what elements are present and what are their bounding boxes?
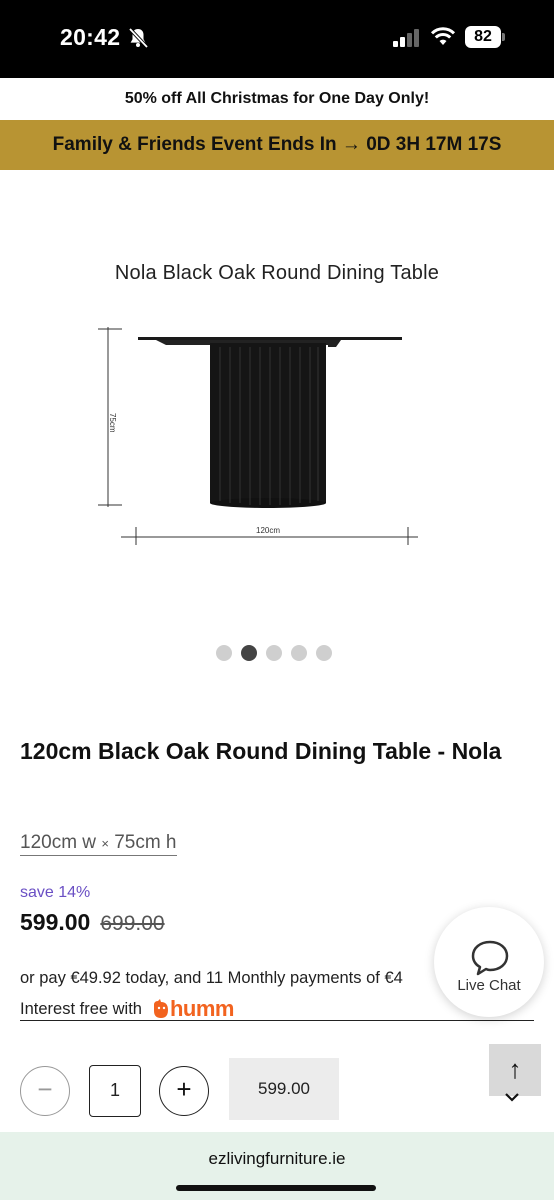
humm-wordmark: humm xyxy=(169,996,235,1021)
image-caption: Nola Black Oak Round Dining Table xyxy=(114,262,440,284)
promo-banner[interactable]: 50% off All Christmas for One Day Only! xyxy=(0,78,554,120)
live-chat-label: Live Chat xyxy=(457,977,521,994)
quantity-increase-button[interactable]: + xyxy=(159,1066,209,1116)
event-countdown-banner[interactable]: Family & Friends Event Ends In → 0D 3H 1… xyxy=(0,120,554,170)
width-label: 120cm xyxy=(256,526,280,535)
url-text[interactable]: ezlivingfurniture.ie xyxy=(0,1149,554,1169)
chevron-down-icon[interactable] xyxy=(503,1090,521,1104)
scroll-to-top-button[interactable]: ↑ xyxy=(489,1044,541,1096)
humm-face-icon xyxy=(153,999,168,1018)
divider xyxy=(20,1020,534,1021)
quantity-decrease-button[interactable]: − xyxy=(20,1066,70,1116)
carousel-dot-active[interactable] xyxy=(241,645,257,661)
current-price: 599.00 xyxy=(20,909,91,935)
height-label: 75cm xyxy=(108,413,117,433)
table-dimension-image: 75cm 120cm xyxy=(98,327,418,545)
status-time: 20:42 xyxy=(60,24,121,50)
carousel-dot[interactable] xyxy=(216,645,232,661)
bell-slash-icon xyxy=(128,27,149,49)
installments-text: or pay €49.92 today, and 11 Monthly paym… xyxy=(20,969,403,987)
live-chat-button[interactable]: Live Chat xyxy=(434,907,544,1017)
variant-separator: × xyxy=(101,836,109,851)
quantity-input[interactable]: 1 xyxy=(89,1065,141,1117)
chat-bubble-icon xyxy=(471,940,509,976)
variant-height: 75cm h xyxy=(114,832,177,853)
wifi-icon xyxy=(430,27,456,45)
variant-width: 120cm w xyxy=(20,832,97,853)
product-title: 120cm Black Oak Round Dining Table - Nol… xyxy=(20,738,502,764)
product-image-gallery[interactable]: Nola Black Oak Round Dining Table 75cm 1… xyxy=(0,170,554,690)
carousel-dot[interactable] xyxy=(266,645,282,661)
carousel-dot[interactable] xyxy=(316,645,332,661)
humm-logo[interactable]: humm xyxy=(152,996,234,1022)
variant-size-link[interactable]: 120cm w × 75cm h xyxy=(20,832,177,856)
battery-icon: 82 xyxy=(465,26,505,48)
signal-icon xyxy=(393,29,419,47)
carousel-dot[interactable] xyxy=(291,645,307,661)
home-indicator[interactable] xyxy=(176,1185,376,1191)
browser-address-bar[interactable]: ezlivingfurniture.ie xyxy=(0,1132,554,1200)
price-row: 599.00 699.00 xyxy=(20,909,165,936)
save-badge: save 14% xyxy=(20,884,91,901)
add-to-cart-button[interactable]: 599.00 xyxy=(229,1058,339,1120)
interest-free-line[interactable]: Interest free with humm xyxy=(20,996,234,1022)
interest-free-text: Interest free with xyxy=(20,999,142,1018)
original-price: 699.00 xyxy=(100,912,165,935)
carousel-dots[interactable] xyxy=(216,645,332,661)
status-bar: 20:42 82 xyxy=(0,0,554,78)
battery-level: 82 xyxy=(465,26,501,48)
